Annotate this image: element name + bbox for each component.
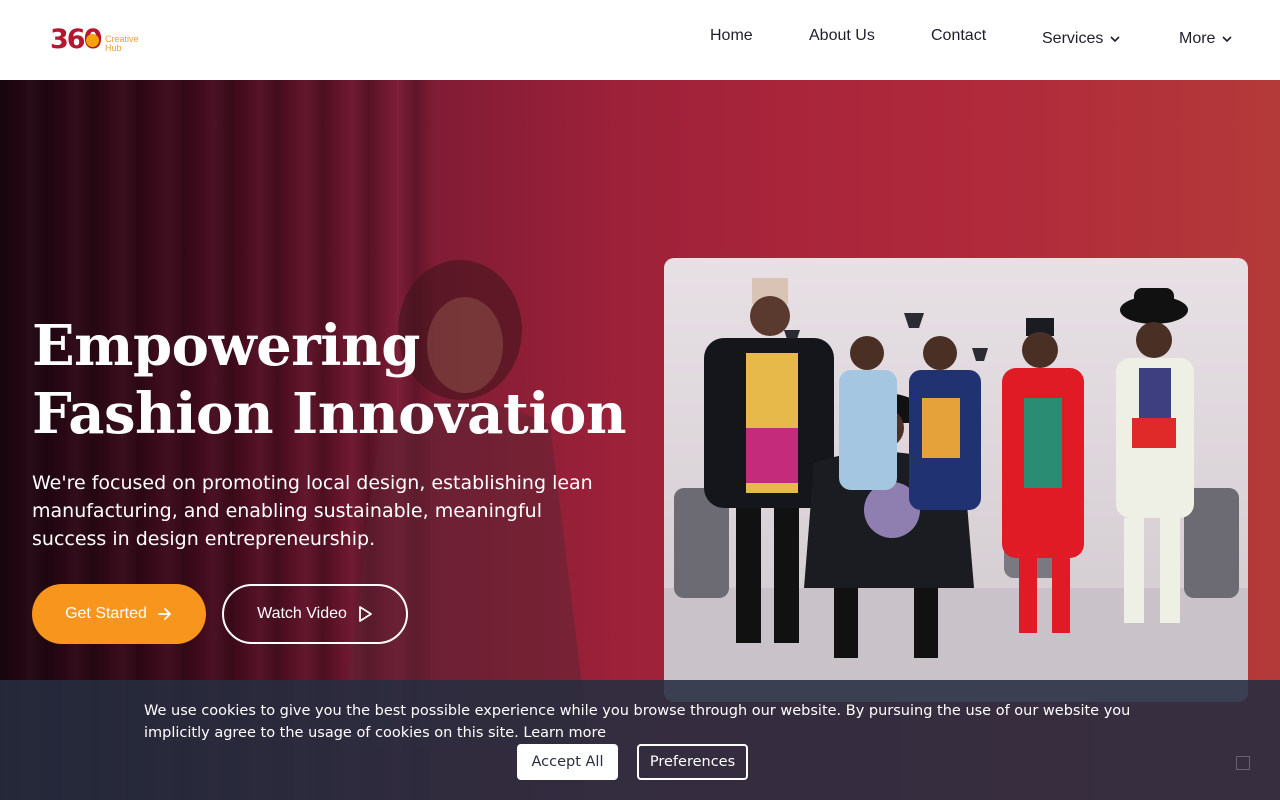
fashion-models-illustration — [664, 278, 1248, 702]
hero-description: We're focused on promoting local design,… — [32, 472, 593, 550]
nav-home[interactable]: Home — [710, 27, 753, 45]
logo-sun-icon — [86, 34, 99, 47]
accept-all-button[interactable]: Accept All — [517, 744, 618, 780]
nav-services[interactable]: Services — [1042, 30, 1121, 48]
chevron-down-icon — [1222, 36, 1233, 43]
watch-video-button[interactable]: Watch Video — [222, 584, 408, 644]
cookie-message: We use cookies to give you the best poss… — [144, 703, 1131, 741]
site-header: 360 Creative Hub Home About Us Contact S… — [0, 0, 1280, 80]
preferences-button[interactable]: Preferences — [637, 744, 748, 780]
nav-contact[interactable]: Contact — [931, 27, 986, 45]
logo-text: Creative Hub — [105, 34, 139, 53]
cookie-banner: We use cookies to give you the best poss… — [0, 680, 1280, 800]
close-icon[interactable] — [1236, 756, 1250, 770]
learn-more-link[interactable]: Learn more — [523, 725, 606, 741]
get-started-button[interactable]: Get Started — [32, 584, 206, 644]
chevron-down-icon — [1110, 36, 1120, 43]
hero-fashion-photo — [664, 258, 1248, 702]
arrow-right-icon — [158, 608, 171, 620]
logo[interactable]: 360 Creative Hub — [50, 22, 150, 58]
hero-title: Empowering Fashion Innovation — [32, 313, 627, 447]
nav-about-us[interactable]: About Us — [809, 27, 875, 45]
nav-more[interactable]: More — [1179, 30, 1233, 48]
play-icon — [359, 606, 372, 622]
